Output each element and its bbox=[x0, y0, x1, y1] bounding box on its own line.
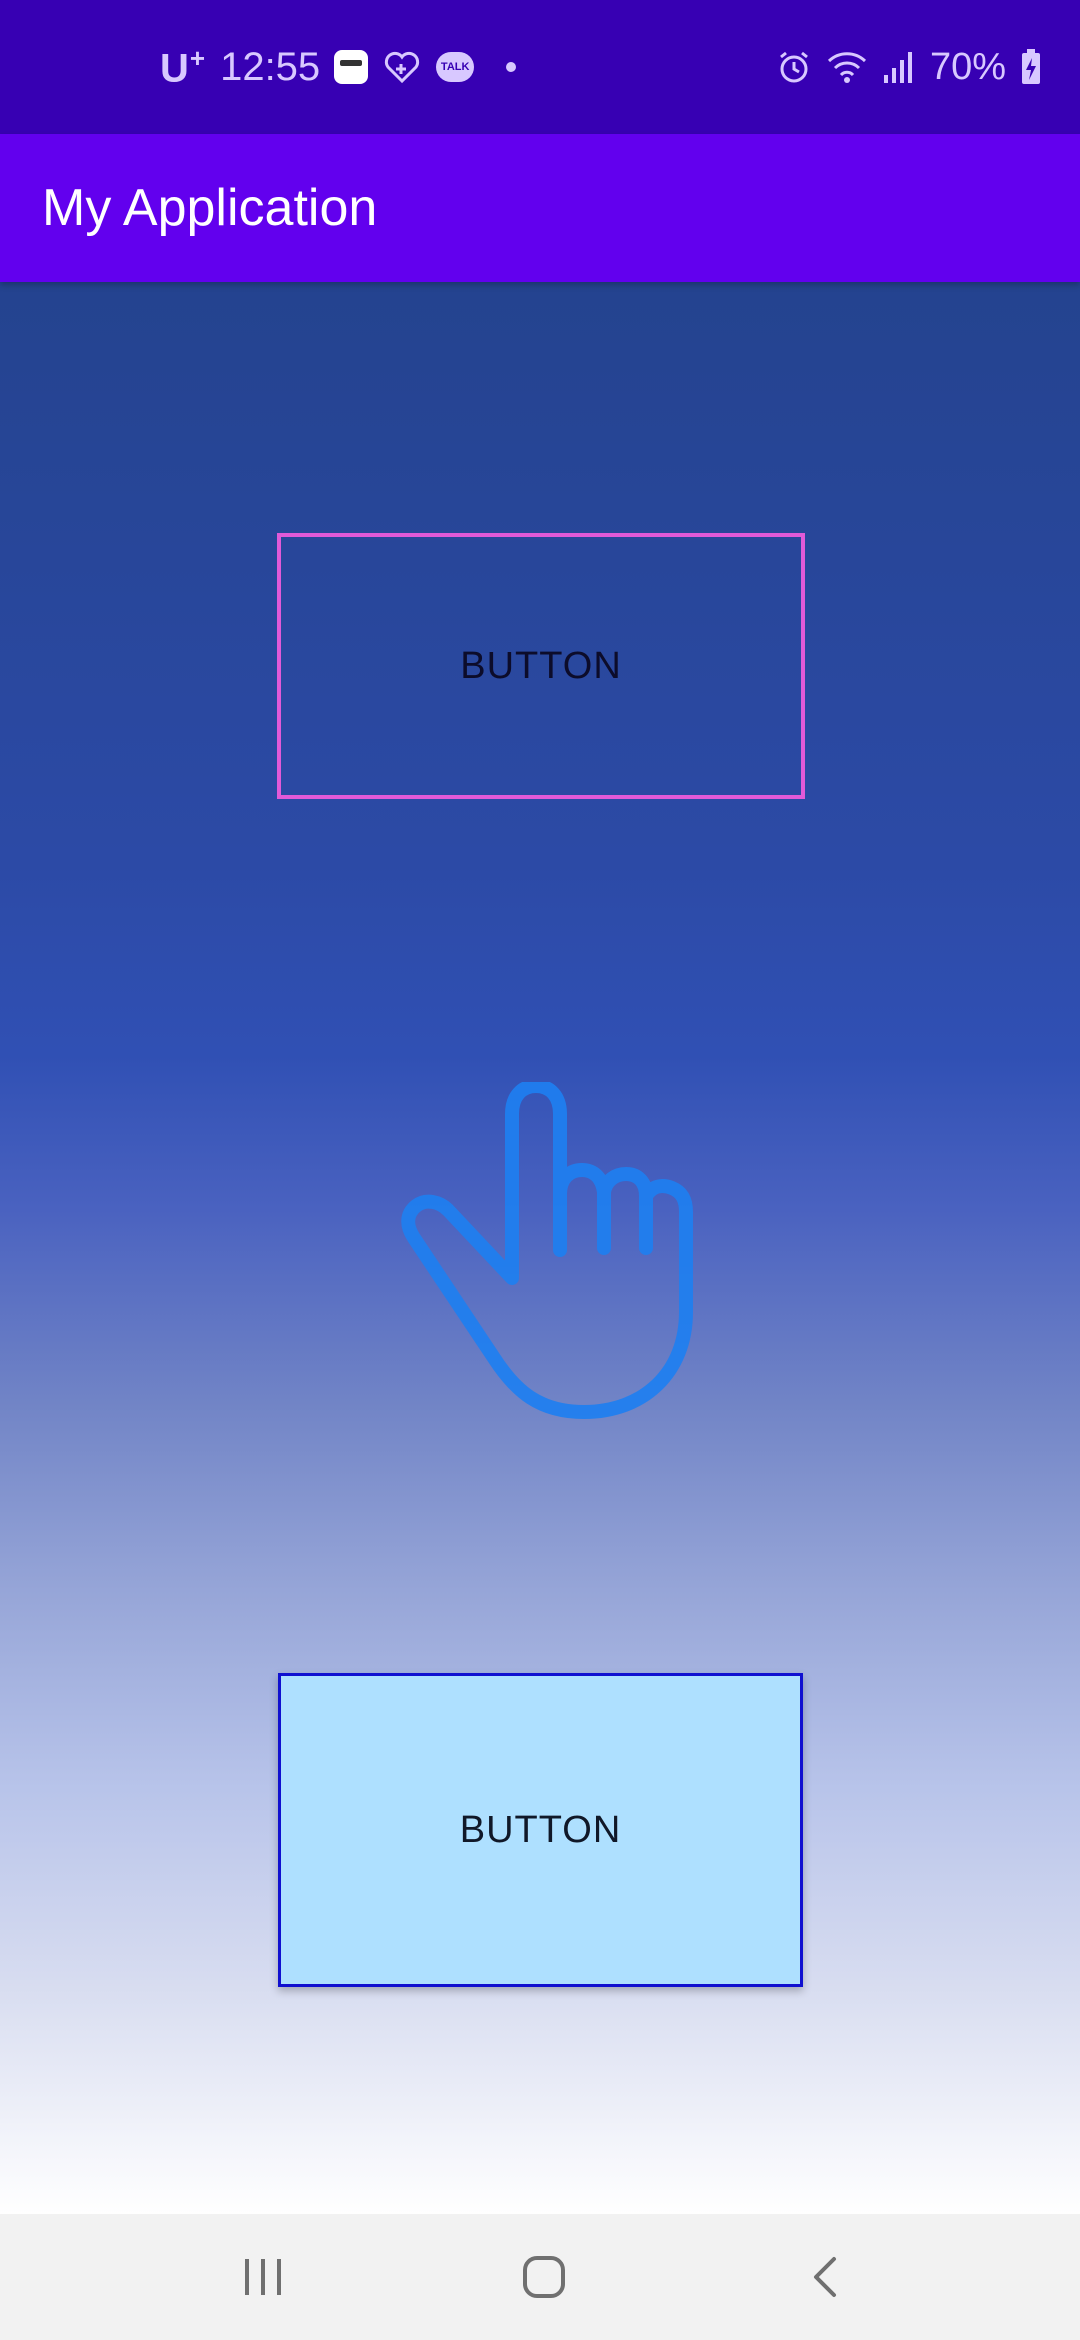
status-bar: U+ 12:55 TALK 70% bbox=[0, 0, 1080, 134]
pointing-hand-icon bbox=[401, 1082, 693, 1419]
alarm-icon bbox=[776, 49, 812, 85]
bottom-button[interactable]: BUTTON bbox=[278, 1673, 803, 1987]
status-bar-left: U+ 12:55 TALK bbox=[160, 0, 517, 134]
navigation-bar bbox=[0, 2214, 1080, 2340]
battery-percentage: 70% bbox=[929, 45, 1006, 88]
screen: U+ 12:55 TALK 70% My Application BUTTON … bbox=[0, 0, 1080, 2340]
back-icon bbox=[814, 2257, 836, 2297]
app-bar: My Application bbox=[0, 134, 1080, 282]
main-content: BUTTON BUTTON bbox=[0, 282, 1080, 2214]
clock: 12:55 bbox=[220, 44, 321, 89]
wifi-icon bbox=[826, 49, 868, 85]
carrier-label: U+ bbox=[160, 42, 207, 91]
battery-charging-icon bbox=[1020, 48, 1042, 86]
recents-button[interactable] bbox=[203, 2214, 323, 2340]
home-button[interactable] bbox=[484, 2214, 604, 2340]
top-button[interactable]: BUTTON bbox=[277, 533, 805, 799]
calendar-app-icon bbox=[334, 50, 369, 84]
recents-icon bbox=[245, 2259, 281, 2295]
app-title: My Application bbox=[42, 179, 378, 237]
back-button[interactable] bbox=[765, 2214, 885, 2340]
talk-icon: TALK bbox=[436, 52, 475, 82]
signal-icon bbox=[882, 49, 916, 85]
home-icon bbox=[523, 2256, 565, 2298]
status-bar-right: 70% bbox=[776, 0, 1042, 134]
health-heart-icon bbox=[382, 49, 422, 85]
more-notifications-dot bbox=[506, 62, 517, 72]
